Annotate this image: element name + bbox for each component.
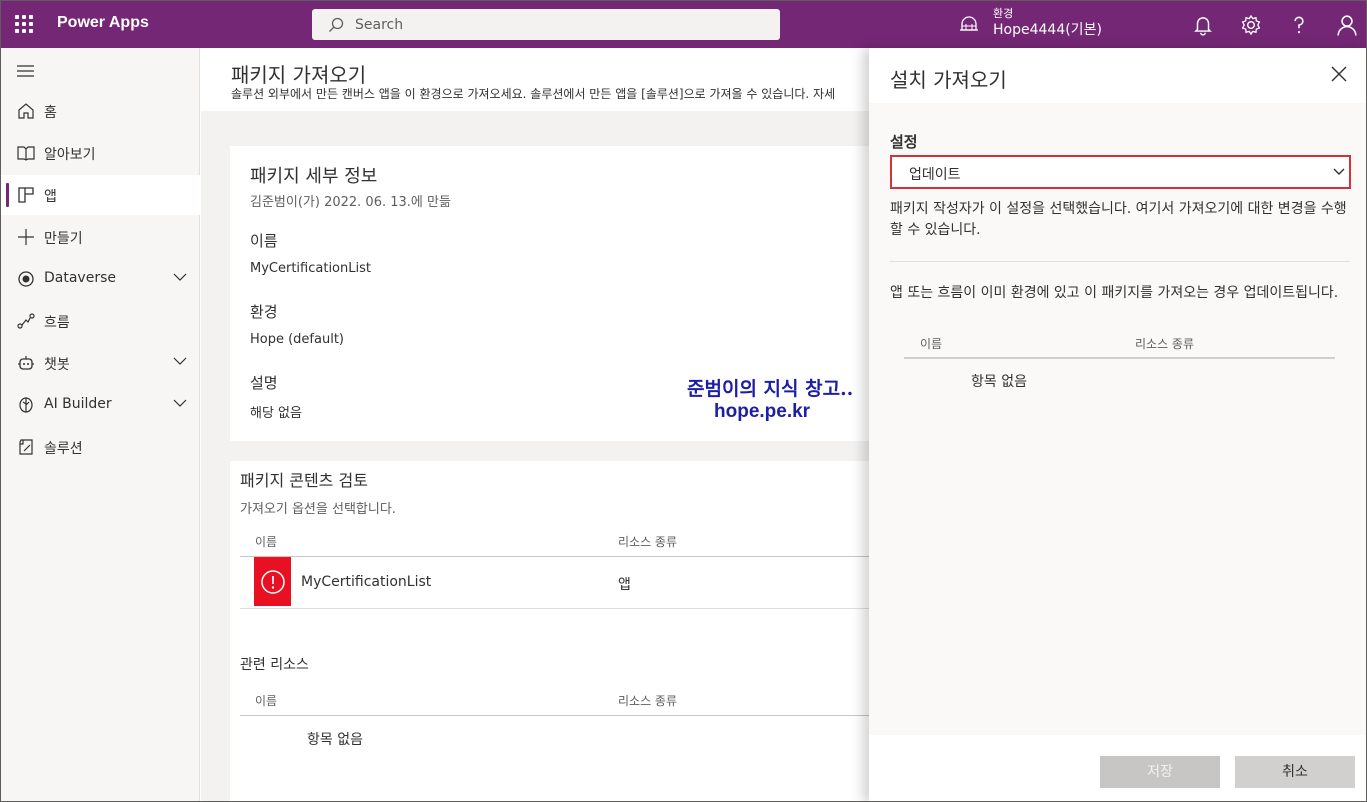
table-row-type: 앱 bbox=[618, 577, 631, 593]
help-icon[interactable] bbox=[1288, 14, 1310, 36]
setting-note: 패키지 작성자가 이 설정을 선택했습니다. 여기서 가져오기에 대한 변경을 … bbox=[890, 201, 1347, 238]
nav-item-label: 흐름 bbox=[44, 315, 70, 331]
plus-icon bbox=[18, 229, 34, 245]
table-header-divider bbox=[240, 556, 869, 557]
left-navigation: 홈 알아보기 앱 만들기 Dataverse 흐름 챗봇 AI Builder … bbox=[1, 48, 200, 801]
column-header-name[interactable]: 이름 bbox=[255, 692, 277, 709]
empty-state-text: 항목 없음 bbox=[307, 732, 363, 748]
environment-value: Hope (default) bbox=[250, 332, 344, 347]
column-header-type[interactable]: 리소스 종류 bbox=[1135, 335, 1194, 352]
nav-item-chatbots[interactable]: 챗봇 bbox=[1, 343, 200, 383]
nav-item-create[interactable]: 만들기 bbox=[1, 217, 200, 257]
import-setup-panel: 설치 가져오기 설정 업데이트 패키지 작성자가 이 설정을 선택했습니다. 여… bbox=[869, 48, 1366, 801]
top-bar: Power Apps Search 환경 Hope4444(기본) bbox=[1, 1, 1366, 48]
search-placeholder: Search bbox=[355, 17, 404, 33]
nav-item-label: AI Builder bbox=[44, 396, 112, 412]
column-header-name[interactable]: 이름 bbox=[255, 533, 277, 550]
panel-footer: 저장 취소 bbox=[869, 735, 1366, 801]
environment-name[interactable]: Hope4444(기본) bbox=[993, 19, 1102, 39]
panel-body: 설정 업데이트 패키지 작성자가 이 설정을 선택했습니다. 여기서 가져오기에… bbox=[869, 103, 1366, 735]
package-details-card: 패키지 세부 정보 김준범이(가) 2022. 06. 13.에 만듦 이름 M… bbox=[230, 146, 869, 441]
nav-item-label: 알아보기 bbox=[44, 147, 96, 163]
related-resources-heading: 관련 리소스 bbox=[240, 657, 309, 673]
table-header-divider bbox=[240, 715, 869, 716]
watermark-url: hope.pe.kr bbox=[714, 401, 811, 422]
empty-state-text: 항목 없음 bbox=[971, 374, 1027, 390]
nav-item-learn[interactable]: 알아보기 bbox=[1, 133, 200, 173]
nav-item-label: 앱 bbox=[44, 189, 57, 205]
book-icon bbox=[17, 146, 35, 161]
search-icon bbox=[329, 17, 344, 32]
nav-item-ai-builder[interactable]: AI Builder bbox=[1, 385, 200, 425]
table-header-divider bbox=[904, 357, 1335, 359]
page-description: 솔루션 외부에서 만든 캔버스 앱을 이 환경으로 가져오세요. 솔루션에서 만… bbox=[231, 87, 836, 101]
package-content-card: 패키지 콘텐츠 검토 가져오기 옵션을 선택합니다. 이름 리소스 종류 MyC… bbox=[230, 461, 869, 801]
description-value: 해당 없음 bbox=[250, 406, 302, 421]
package-content-sub: 가져오기 옵션을 선택합니다. bbox=[240, 502, 396, 517]
table-row-divider bbox=[240, 608, 869, 609]
save-button[interactable]: 저장 bbox=[1100, 756, 1220, 788]
chevron-down-icon[interactable] bbox=[173, 356, 187, 366]
nav-item-label: 만들기 bbox=[44, 231, 83, 247]
nav-item-home[interactable]: 홈 bbox=[1, 91, 200, 131]
search-box[interactable]: Search bbox=[312, 9, 780, 40]
column-header-type[interactable]: 리소스 종류 bbox=[618, 692, 677, 709]
panel-divider bbox=[890, 261, 1350, 262]
nav-item-label: 챗봇 bbox=[44, 357, 70, 373]
user-icon[interactable] bbox=[1336, 14, 1358, 36]
panel-title: 설치 가져오기 bbox=[890, 68, 1007, 92]
column-header-name[interactable]: 이름 bbox=[920, 335, 942, 352]
nav-item-label: 솔루션 bbox=[44, 441, 83, 457]
page-title: 패키지 가져오기 bbox=[231, 63, 367, 87]
dataverse-icon bbox=[18, 271, 34, 287]
chevron-down-icon[interactable] bbox=[173, 398, 187, 408]
column-header-type[interactable]: 리소스 종류 bbox=[618, 533, 677, 550]
update-note: 앱 또는 흐름이 이미 환경에 있고 이 패키지를 가져오는 경우 업데이트됩니… bbox=[890, 285, 1339, 301]
nav-item-solutions[interactable]: 솔루션 bbox=[1, 427, 200, 467]
chevron-down-icon bbox=[1333, 168, 1345, 175]
nav-item-flows[interactable]: 흐름 bbox=[1, 301, 200, 341]
hamburger-menu-icon[interactable] bbox=[17, 64, 35, 78]
nav-item-label: Dataverse bbox=[44, 270, 116, 286]
cancel-button[interactable]: 취소 bbox=[1235, 756, 1355, 788]
package-created-info: 김준범이(가) 2022. 06. 13.에 만듦 bbox=[250, 195, 451, 210]
setting-dropdown[interactable]: 업데이트 bbox=[890, 155, 1351, 189]
table-row-name[interactable]: MyCertificationList bbox=[301, 574, 431, 590]
app-title[interactable]: Power Apps bbox=[57, 14, 149, 32]
flow-icon bbox=[17, 313, 35, 329]
error-indicator[interactable] bbox=[254, 557, 291, 606]
package-details-heading: 패키지 세부 정보 bbox=[250, 166, 378, 187]
name-value: MyCertificationList bbox=[250, 261, 371, 276]
brain-icon bbox=[19, 397, 33, 413]
environment-icon[interactable] bbox=[959, 15, 979, 33]
watermark-text: 준범이의 지식 창고.. bbox=[687, 378, 854, 400]
home-icon bbox=[18, 103, 34, 119]
gear-icon[interactable] bbox=[1240, 14, 1262, 36]
setting-label: 설정 bbox=[890, 133, 918, 151]
nav-item-dataverse[interactable]: Dataverse bbox=[1, 259, 200, 299]
solution-icon bbox=[19, 439, 33, 455]
main-content: 패키지 가져오기 솔루션 외부에서 만든 캔버스 앱을 이 환경으로 가져오세요… bbox=[201, 48, 869, 801]
bot-icon bbox=[18, 356, 34, 370]
nav-item-label: 홈 bbox=[44, 105, 57, 121]
app-launcher-icon[interactable] bbox=[15, 15, 33, 33]
chevron-down-icon[interactable] bbox=[173, 272, 187, 282]
description-label: 설명 bbox=[250, 374, 278, 392]
environment-label: 환경 bbox=[250, 303, 278, 321]
package-content-heading: 패키지 콘텐츠 검토 bbox=[240, 471, 368, 490]
setting-dropdown-value: 업데이트 bbox=[909, 167, 961, 183]
page-header: 패키지 가져오기 솔루션 외부에서 만든 캔버스 앱을 이 환경으로 가져오세요… bbox=[201, 48, 869, 111]
bell-icon[interactable] bbox=[1192, 14, 1214, 36]
name-label: 이름 bbox=[250, 232, 278, 250]
apps-icon bbox=[18, 187, 34, 203]
window: Power Apps Search 환경 Hope4444(기본) 홈 알아보기… bbox=[0, 0, 1367, 802]
error-icon bbox=[261, 570, 285, 594]
close-icon[interactable] bbox=[1331, 66, 1347, 82]
nav-item-apps[interactable]: 앱 bbox=[1, 175, 200, 215]
